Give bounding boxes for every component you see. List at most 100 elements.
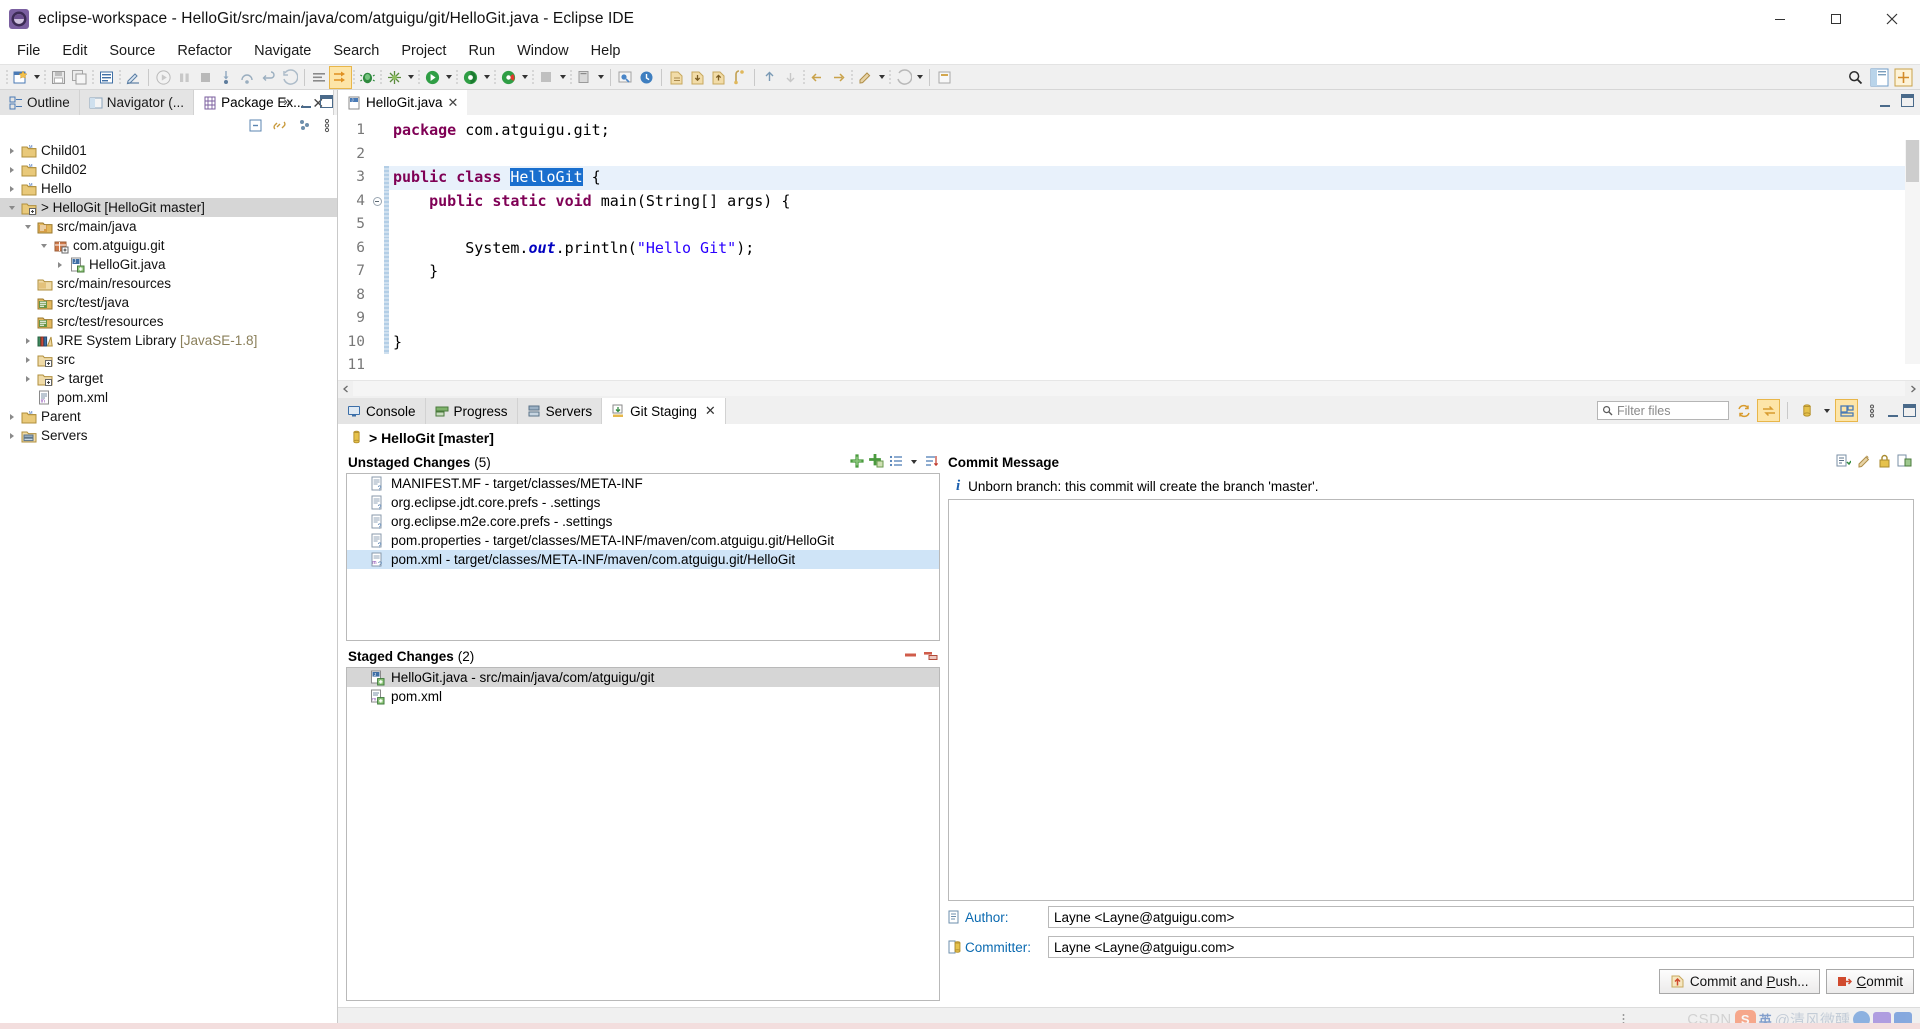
scroll-left-icon[interactable] (338, 381, 353, 396)
navigate-history-dropdown-icon[interactable] (914, 67, 925, 88)
tab-servers[interactable]: Servers (517, 398, 603, 424)
quick-access-icon[interactable] (123, 67, 144, 88)
save-all-icon[interactable] (69, 67, 90, 88)
menu-search[interactable]: Search (322, 40, 390, 62)
maximize-button[interactable] (1808, 0, 1864, 38)
unstage-all-icon[interactable] (923, 649, 938, 664)
save-icon[interactable] (48, 67, 69, 88)
coverage-dropdown-icon[interactable] (481, 67, 492, 88)
next-annotation-icon[interactable] (780, 67, 801, 88)
code-line[interactable]: System.out.println("Hello Git"); (389, 237, 1920, 261)
file-list-item[interactable]: ? MANIFEST.MF - target/classes/META-INF (347, 474, 939, 493)
stop-icon[interactable] (195, 67, 216, 88)
editor-vertical-scrollbar[interactable] (1905, 140, 1920, 364)
tree-item[interactable]: m pom.xml (0, 388, 337, 407)
file-list-item[interactable]: m? pom.xml - target/classes/META-INF/mave… (347, 550, 939, 569)
new-wizard-dropdown-icon[interactable] (31, 67, 42, 88)
filter-files-input[interactable]: Filter files (1597, 401, 1729, 420)
java-perspective-icon[interactable] (1869, 67, 1890, 88)
run-icon[interactable] (153, 67, 174, 88)
toggle-mark-occurrences-icon[interactable] (329, 65, 352, 89)
forward-icon[interactable] (828, 67, 849, 88)
tree-item[interactable]: M Child02 (0, 160, 337, 179)
tree-item[interactable]: src/test/resources (0, 312, 337, 331)
step-return-icon[interactable] (258, 67, 279, 88)
new-wizard-icon[interactable] (10, 67, 31, 88)
menu-project[interactable]: Project (390, 40, 457, 62)
tree-item[interactable]: Servers (0, 426, 337, 445)
amend-icon[interactable] (1857, 454, 1872, 471)
view-filter-icon[interactable] (298, 118, 313, 136)
tree-item[interactable]: src/main/java (0, 217, 337, 236)
scrollbar-thumb-horizontal[interactable] (353, 382, 1905, 395)
pin-editor-icon[interactable] (934, 67, 955, 88)
tree-item[interactable]: > HelloGit [HelloGit master] (0, 198, 337, 217)
tree-item[interactable]: > target (0, 369, 337, 388)
chevron-right-icon[interactable] (4, 433, 20, 439)
code-line[interactable] (389, 143, 1920, 167)
chevron-right-icon[interactable] (4, 414, 20, 420)
code-line[interactable] (389, 307, 1920, 331)
scroll-right-icon[interactable] (1905, 381, 1920, 396)
add-signed-off-icon[interactable] (1836, 454, 1852, 471)
run-as-dropdown-icon[interactable] (443, 67, 454, 88)
git-commit-icon[interactable] (666, 67, 687, 88)
debug-as-dropdown-icon[interactable] (405, 67, 416, 88)
tree-item[interactable]: J HelloGit.java (0, 255, 337, 274)
unstaged-changes-list[interactable]: ? MANIFEST.MF - target/classes/META-INF? o… (346, 473, 940, 641)
chevron-down-icon[interactable] (1821, 400, 1832, 421)
menu-help[interactable]: Help (580, 40, 632, 62)
fold-toggle-icon[interactable] (370, 190, 384, 214)
add-change-id-icon[interactable] (1897, 454, 1912, 471)
sort-icon[interactable] (924, 454, 939, 471)
refresh-icon[interactable] (1733, 400, 1754, 421)
file-list-item[interactable]: m pom.xml (347, 687, 939, 706)
debug-icon[interactable] (357, 67, 378, 88)
close-button[interactable] (1864, 0, 1920, 38)
tab-git-staging[interactable]: Git Staging ✕ (602, 398, 726, 424)
file-list-item[interactable]: J HelloGit.java - src/main/java/com/atgui… (347, 668, 939, 687)
code-line[interactable]: package com.atguigu.git; (389, 119, 1920, 143)
tree-item[interactable]: M Parent (0, 407, 337, 426)
code-line[interactable] (389, 213, 1920, 237)
open-type-icon[interactable] (615, 67, 636, 88)
view-menu-icon[interactable] (323, 118, 331, 136)
author-input[interactable]: Layne <Layne@atguigu.com> (1048, 906, 1914, 928)
tree-item[interactable]: src (0, 350, 337, 369)
tree-item[interactable]: JRE System Library [JavaSE-1.8] (0, 331, 337, 350)
last-edit-dropdown-icon[interactable] (876, 67, 887, 88)
file-list-item[interactable]: ? pom.properties - target/classes/META-IN… (347, 531, 939, 550)
link-with-editor-icon[interactable] (273, 118, 288, 136)
code-content[interactable]: package com.atguigu.git; public class Hel… (389, 115, 1920, 380)
menu-refactor[interactable]: Refactor (166, 40, 243, 62)
menu-file[interactable]: File (6, 40, 51, 62)
new-java-class-icon[interactable] (574, 67, 595, 88)
code-line[interactable] (389, 354, 1920, 378)
profile-dropdown-icon[interactable] (519, 67, 530, 88)
close-icon[interactable]: ✕ (448, 95, 459, 111)
tree-item[interactable]: src/test/java (0, 293, 337, 312)
chevron-down-icon[interactable] (20, 225, 36, 229)
menu-navigate[interactable]: Navigate (243, 40, 322, 62)
commit-message-input[interactable] (948, 499, 1914, 901)
open-task-icon[interactable] (636, 67, 657, 88)
step-into-icon[interactable] (216, 67, 237, 88)
external-tools-icon[interactable] (536, 67, 557, 88)
collapse-all-icon[interactable] (248, 118, 263, 136)
coverage-icon[interactable] (460, 67, 481, 88)
code-editor[interactable]: 1 2 3 4 5 6 7 8 9 10 11 package com.atguigu.git; pu… (338, 115, 1920, 380)
pause-icon[interactable] (174, 67, 195, 88)
chevron-right-icon[interactable] (4, 186, 20, 192)
menu-source[interactable]: Source (98, 40, 166, 62)
staged-changes-list[interactable]: J HelloGit.java - src/main/java/com/atgui… (346, 667, 940, 1001)
chevron-down-icon[interactable] (36, 244, 52, 248)
chevron-right-icon[interactable] (4, 148, 20, 154)
chevron-down-icon[interactable] (908, 452, 919, 473)
new-java-class-dropdown-icon[interactable] (595, 67, 606, 88)
tab-outline[interactable]: Outline (0, 90, 80, 115)
editor-tab-hellogit[interactable]: J HelloGit.java ✕ (338, 90, 468, 115)
chevron-right-icon[interactable] (52, 262, 68, 268)
view-menu-icon[interactable] (1861, 400, 1882, 421)
unstage-icon[interactable] (904, 649, 918, 664)
project-tree[interactable]: M Child01 M Child02 M Hello > HelloGit [HelloG… (0, 139, 337, 1029)
